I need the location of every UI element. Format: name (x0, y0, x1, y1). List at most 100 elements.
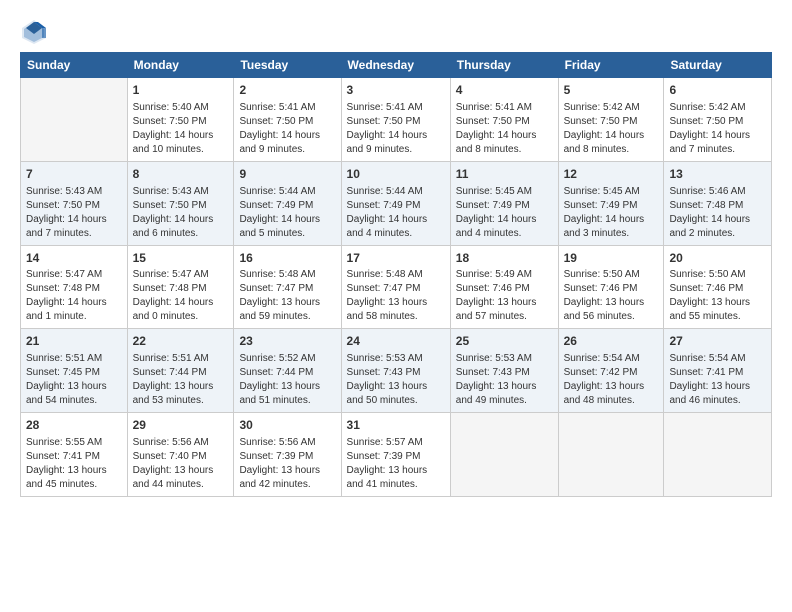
calendar-cell (450, 413, 558, 497)
calendar-header-row: SundayMondayTuesdayWednesdayThursdayFrid… (21, 53, 772, 78)
calendar-body: 1Sunrise: 5:40 AMSunset: 7:50 PMDaylight… (21, 78, 772, 497)
cell-info-line: Sunrise: 5:53 AM (456, 352, 553, 366)
calendar-cell: 12Sunrise: 5:45 AMSunset: 7:49 PMDayligh… (558, 161, 664, 245)
day-number: 15 (133, 250, 229, 267)
cell-info-line: Sunrise: 5:44 AM (347, 185, 445, 199)
header (20, 18, 772, 46)
calendar-cell: 2Sunrise: 5:41 AMSunset: 7:50 PMDaylight… (234, 78, 341, 162)
day-number: 27 (669, 333, 766, 350)
cell-info-line: Sunset: 7:50 PM (564, 115, 659, 129)
day-number: 18 (456, 250, 553, 267)
calendar-header-cell: Sunday (21, 53, 128, 78)
cell-info-line: and 7 minutes. (669, 143, 766, 157)
calendar-cell: 7Sunrise: 5:43 AMSunset: 7:50 PMDaylight… (21, 161, 128, 245)
cell-info-line: Sunset: 7:47 PM (347, 282, 445, 296)
cell-info-line: Sunset: 7:42 PM (564, 366, 659, 380)
cell-info-line: Sunset: 7:39 PM (347, 450, 445, 464)
calendar-header-cell: Tuesday (234, 53, 341, 78)
day-number: 17 (347, 250, 445, 267)
cell-info-line: Daylight: 14 hours (133, 129, 229, 143)
cell-info-line: and 56 minutes. (564, 310, 659, 324)
cell-info-line: Daylight: 13 hours (347, 296, 445, 310)
cell-info-line: and 10 minutes. (133, 143, 229, 157)
day-number: 11 (456, 166, 553, 183)
cell-info-line: Sunrise: 5:54 AM (564, 352, 659, 366)
logo-icon (20, 18, 48, 46)
cell-info-line: Sunrise: 5:53 AM (347, 352, 445, 366)
cell-info-line: Sunset: 7:40 PM (133, 450, 229, 464)
cell-info-line: Daylight: 14 hours (456, 129, 553, 143)
cell-info-line: Sunrise: 5:57 AM (347, 436, 445, 450)
cell-info-line: and 1 minute. (26, 310, 122, 324)
cell-info-line: Sunset: 7:49 PM (347, 199, 445, 213)
calendar-cell: 15Sunrise: 5:47 AMSunset: 7:48 PMDayligh… (127, 245, 234, 329)
calendar-header-cell: Saturday (664, 53, 772, 78)
cell-info-line: Sunrise: 5:43 AM (26, 185, 122, 199)
calendar-cell: 24Sunrise: 5:53 AMSunset: 7:43 PMDayligh… (341, 329, 450, 413)
calendar-cell: 31Sunrise: 5:57 AMSunset: 7:39 PMDayligh… (341, 413, 450, 497)
calendar-cell: 14Sunrise: 5:47 AMSunset: 7:48 PMDayligh… (21, 245, 128, 329)
cell-info-line: Sunset: 7:50 PM (347, 115, 445, 129)
cell-info-line: Daylight: 13 hours (669, 296, 766, 310)
cell-info-line: and 8 minutes. (564, 143, 659, 157)
cell-info-line: Daylight: 13 hours (347, 380, 445, 394)
cell-info-line: Sunrise: 5:50 AM (564, 268, 659, 282)
cell-info-line: Sunrise: 5:41 AM (239, 101, 335, 115)
cell-info-line: Sunset: 7:50 PM (239, 115, 335, 129)
cell-info-line: and 6 minutes. (133, 227, 229, 241)
cell-info-line: Sunset: 7:48 PM (669, 199, 766, 213)
cell-info-line: Sunset: 7:43 PM (456, 366, 553, 380)
day-number: 31 (347, 417, 445, 434)
cell-info-line: and 0 minutes. (133, 310, 229, 324)
calendar-cell: 10Sunrise: 5:44 AMSunset: 7:49 PMDayligh… (341, 161, 450, 245)
day-number: 5 (564, 82, 659, 99)
cell-info-line: and 8 minutes. (456, 143, 553, 157)
cell-info-line: Sunrise: 5:54 AM (669, 352, 766, 366)
day-number: 9 (239, 166, 335, 183)
calendar-cell: 21Sunrise: 5:51 AMSunset: 7:45 PMDayligh… (21, 329, 128, 413)
calendar-cell: 27Sunrise: 5:54 AMSunset: 7:41 PMDayligh… (664, 329, 772, 413)
calendar-cell: 23Sunrise: 5:52 AMSunset: 7:44 PMDayligh… (234, 329, 341, 413)
cell-info-line: and 5 minutes. (239, 227, 335, 241)
calendar-cell: 8Sunrise: 5:43 AMSunset: 7:50 PMDaylight… (127, 161, 234, 245)
cell-info-line: Sunset: 7:46 PM (564, 282, 659, 296)
cell-info-line: Daylight: 14 hours (564, 129, 659, 143)
calendar-week-row: 1Sunrise: 5:40 AMSunset: 7:50 PMDaylight… (21, 78, 772, 162)
calendar-cell (664, 413, 772, 497)
cell-info-line: Sunrise: 5:45 AM (456, 185, 553, 199)
day-number: 26 (564, 333, 659, 350)
cell-info-line: and 2 minutes. (669, 227, 766, 241)
day-number: 25 (456, 333, 553, 350)
cell-info-line: and 57 minutes. (456, 310, 553, 324)
calendar-cell: 22Sunrise: 5:51 AMSunset: 7:44 PMDayligh… (127, 329, 234, 413)
cell-info-line: and 4 minutes. (347, 227, 445, 241)
cell-info-line: and 9 minutes. (347, 143, 445, 157)
day-number: 22 (133, 333, 229, 350)
day-number: 28 (26, 417, 122, 434)
calendar-week-row: 28Sunrise: 5:55 AMSunset: 7:41 PMDayligh… (21, 413, 772, 497)
day-number: 3 (347, 82, 445, 99)
cell-info-line: Sunset: 7:41 PM (669, 366, 766, 380)
cell-info-line: Sunset: 7:50 PM (133, 199, 229, 213)
cell-info-line: Daylight: 14 hours (456, 213, 553, 227)
calendar-cell: 16Sunrise: 5:48 AMSunset: 7:47 PMDayligh… (234, 245, 341, 329)
calendar-cell: 4Sunrise: 5:41 AMSunset: 7:50 PMDaylight… (450, 78, 558, 162)
day-number: 29 (133, 417, 229, 434)
day-number: 24 (347, 333, 445, 350)
cell-info-line: Sunrise: 5:47 AM (26, 268, 122, 282)
cell-info-line: Sunrise: 5:47 AM (133, 268, 229, 282)
cell-info-line: Daylight: 14 hours (669, 129, 766, 143)
cell-info-line: Sunset: 7:49 PM (239, 199, 335, 213)
calendar-header-cell: Thursday (450, 53, 558, 78)
calendar-cell: 19Sunrise: 5:50 AMSunset: 7:46 PMDayligh… (558, 245, 664, 329)
cell-info-line: Sunset: 7:44 PM (133, 366, 229, 380)
cell-info-line: Sunrise: 5:42 AM (564, 101, 659, 115)
calendar-cell: 3Sunrise: 5:41 AMSunset: 7:50 PMDaylight… (341, 78, 450, 162)
cell-info-line: Sunset: 7:39 PM (239, 450, 335, 464)
day-number: 8 (133, 166, 229, 183)
day-number: 19 (564, 250, 659, 267)
cell-info-line: Sunrise: 5:40 AM (133, 101, 229, 115)
calendar-header-cell: Wednesday (341, 53, 450, 78)
cell-info-line: Sunset: 7:50 PM (133, 115, 229, 129)
calendar-cell (21, 78, 128, 162)
